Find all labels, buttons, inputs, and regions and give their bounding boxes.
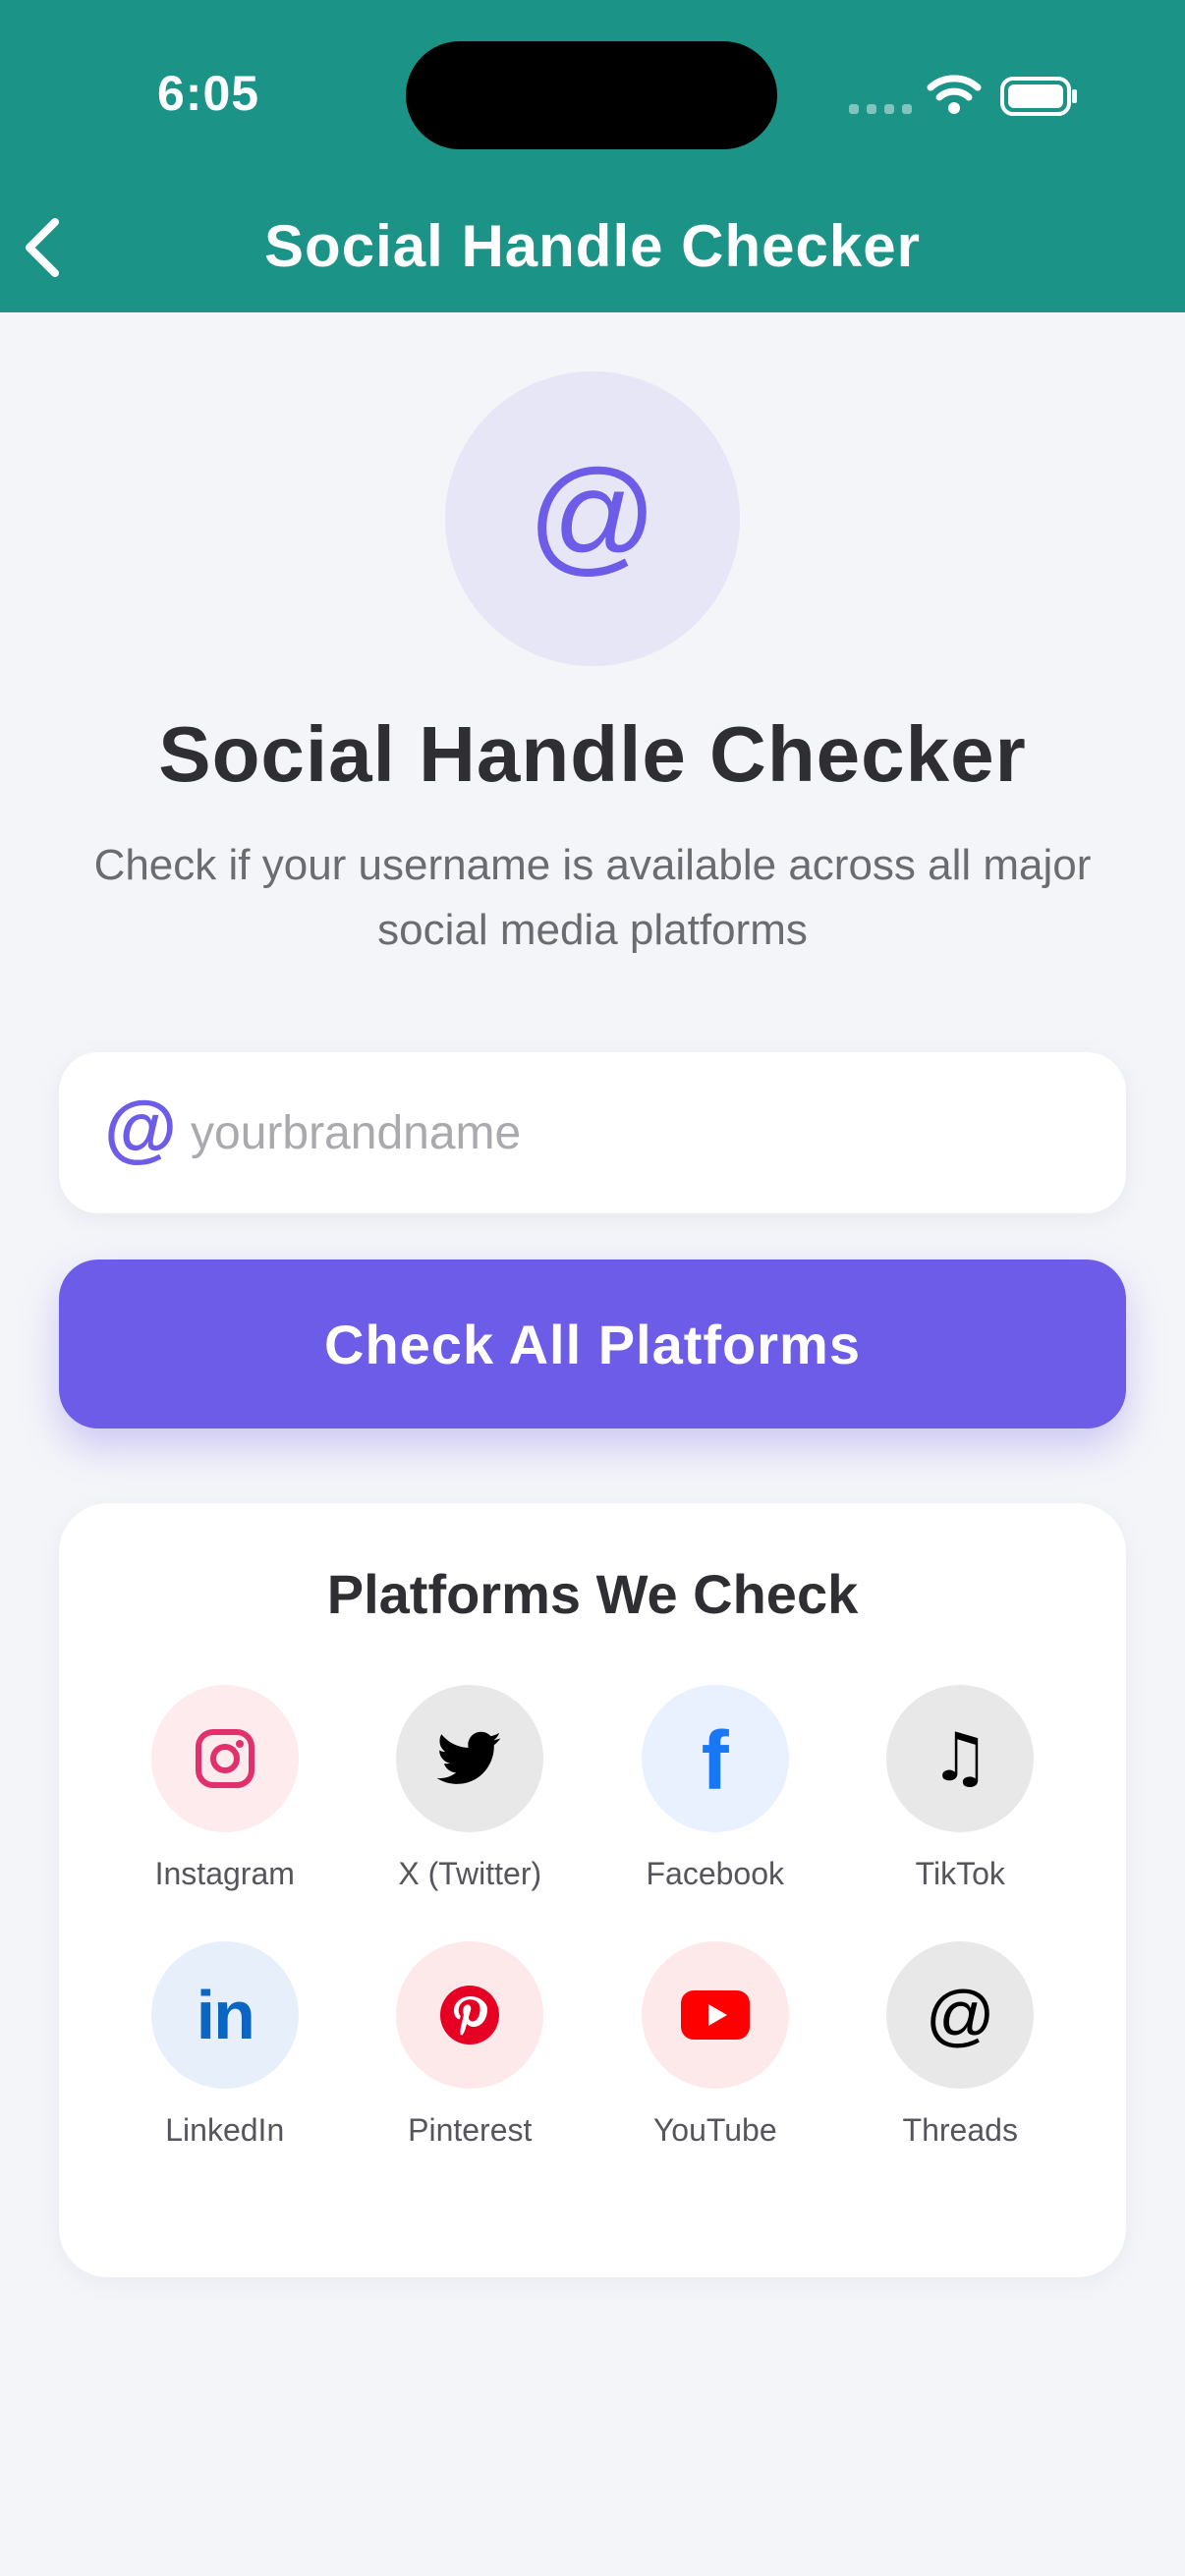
threads-icon: @ <box>886 1941 1035 2089</box>
pinterest-icon <box>396 1941 544 2089</box>
platform-threads[interactable]: @ Threads <box>838 1941 1084 2149</box>
wifi-icon <box>927 75 982 114</box>
at-sign-icon: @ <box>445 371 740 666</box>
platform-grid: Instagram X (Twitter) f Facebook ♫ TikTo… <box>102 1685 1083 2149</box>
platform-twitter[interactable]: X (Twitter) <box>348 1685 593 1892</box>
platform-label: TikTok <box>915 1856 1005 1891</box>
platforms-title: Platforms We Check <box>326 1563 859 1625</box>
page-subtitle: Check if your username is available acro… <box>93 841 1092 954</box>
hero-icon-glyph: @ <box>528 443 657 587</box>
platform-label: LinkedIn <box>165 2112 285 2148</box>
youtube-icon <box>641 1941 789 2089</box>
dynamic-island <box>406 41 777 149</box>
handle-input[interactable] <box>191 1092 1075 1174</box>
platform-youtube[interactable]: YouTube <box>592 1941 838 2149</box>
cellular-signal-icon <box>849 104 912 114</box>
app-header: 6:05 Social Handle Checker <box>0 0 1185 312</box>
facebook-icon: f <box>641 1685 789 1832</box>
platform-linkedin[interactable]: in LinkedIn <box>102 1941 348 2149</box>
handle-input-container: @ <box>59 1052 1126 1213</box>
platform-label: Pinterest <box>408 2112 533 2148</box>
platform-instagram[interactable]: Instagram <box>102 1685 348 1892</box>
linkedin-icon: in <box>150 1941 299 2089</box>
platform-facebook[interactable]: f Facebook <box>592 1685 838 1892</box>
status-time: 6:05 <box>157 66 260 121</box>
platform-label: YouTube <box>652 2112 777 2148</box>
nav-title: Social Handle Checker <box>264 213 921 279</box>
platform-pinterest[interactable]: Pinterest <box>348 1941 593 2149</box>
at-prefix-icon: @ <box>104 1087 178 1170</box>
platforms-card: Platforms We Check Instagram X (Twitter) <box>59 1503 1126 2277</box>
platform-label: Instagram <box>154 1856 295 1891</box>
tiktok-icon: ♫ <box>886 1685 1035 1832</box>
instagram-icon <box>150 1685 299 1832</box>
page-title: Social Handle Checker <box>158 710 1027 798</box>
battery-icon <box>1000 77 1077 116</box>
platform-label: X (Twitter) <box>398 1856 542 1891</box>
platform-label: Facebook <box>646 1856 785 1891</box>
platform-tiktok[interactable]: ♫ TikTok <box>838 1685 1084 1892</box>
twitter-icon <box>396 1685 544 1832</box>
check-all-platforms-button[interactable]: Check All Platforms <box>59 1260 1126 1428</box>
platform-label: Threads <box>902 2112 1018 2148</box>
